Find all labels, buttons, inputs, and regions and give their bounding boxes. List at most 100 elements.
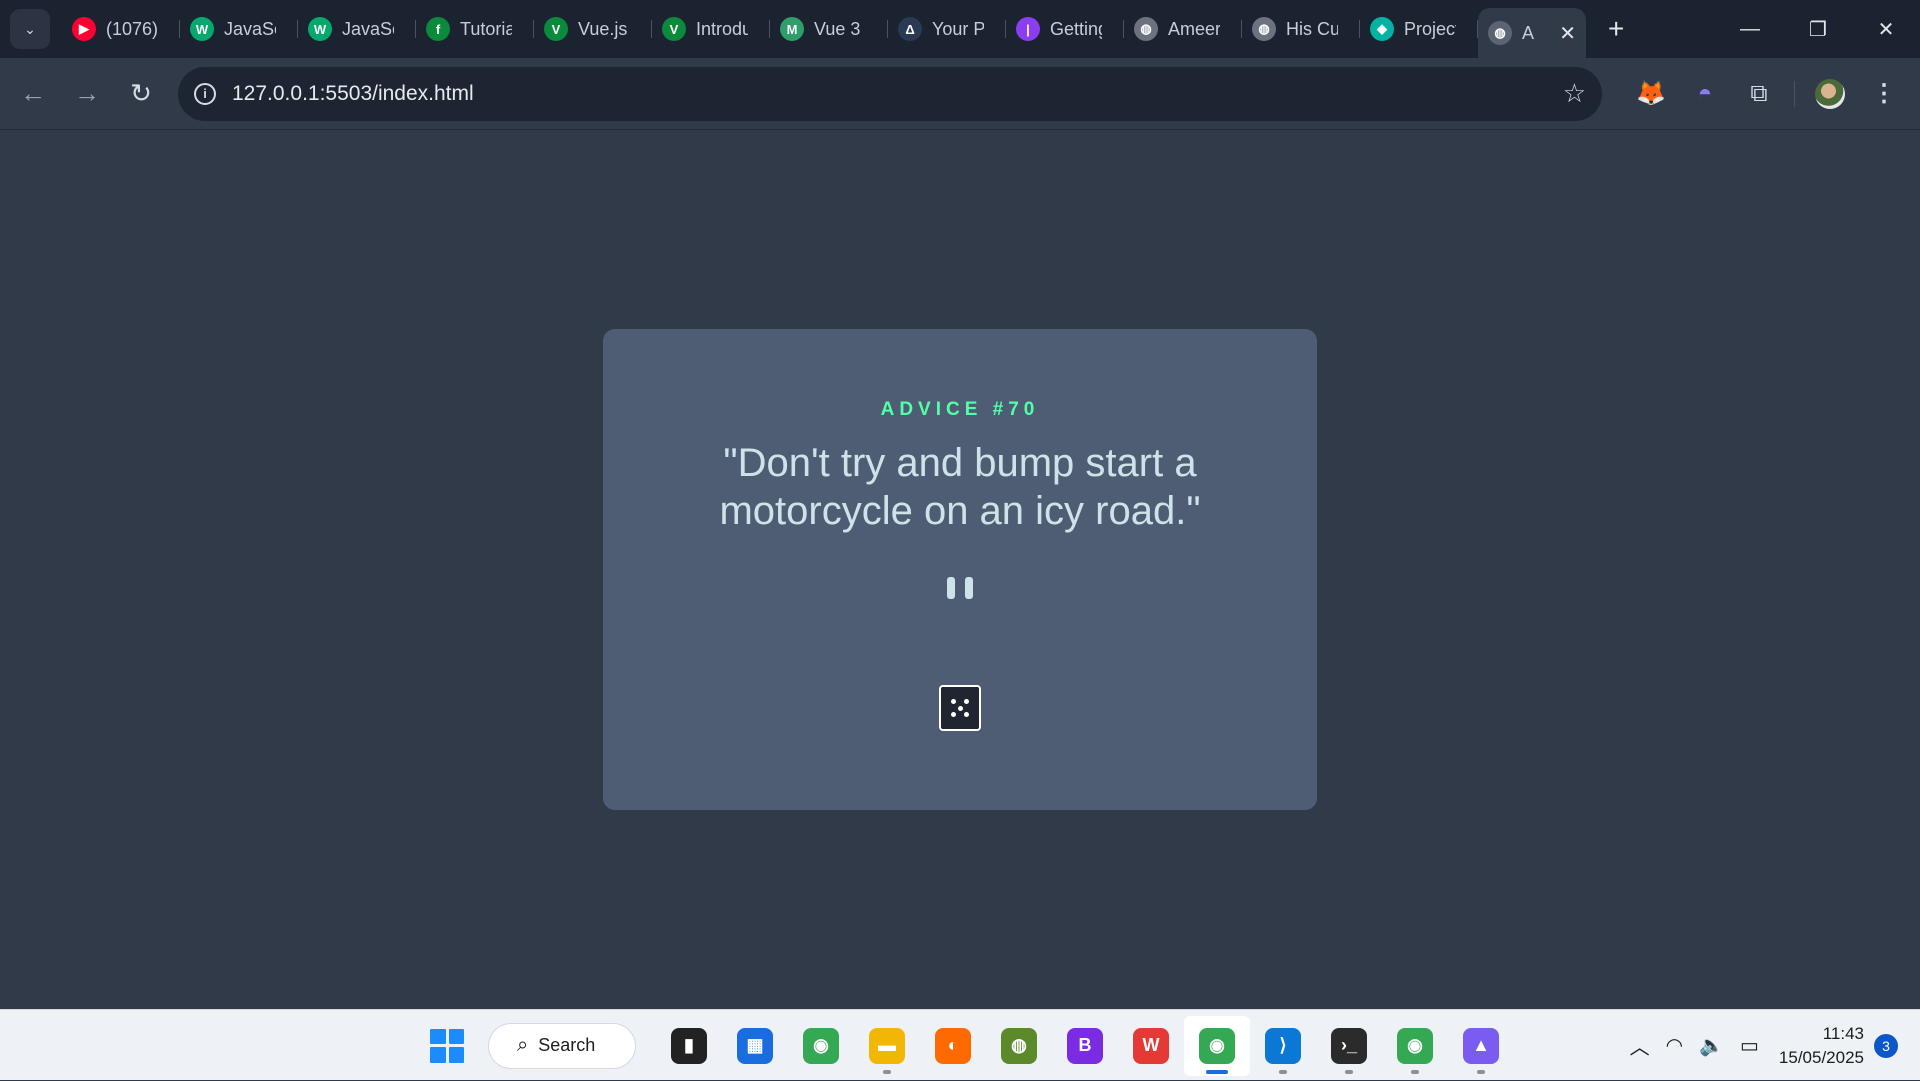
tab[interactable]: | Getting (1006, 9, 1124, 49)
close-window-button[interactable]: ✕ (1852, 0, 1920, 58)
reload-button[interactable]: ↻ (114, 67, 168, 121)
running-indicator (1345, 1069, 1353, 1074)
tab-search-button[interactable]: ⌄ (10, 9, 50, 49)
chrome-profile-icon: ◉ (1199, 1027, 1235, 1064)
tab-title: Getting (1050, 18, 1102, 39)
forward-button[interactable]: → (60, 67, 114, 121)
new-tab-button[interactable]: + (1608, 13, 1624, 45)
new-advice-button[interactable] (939, 685, 981, 731)
browser-menu-icon[interactable]: ⋮ (1857, 67, 1911, 121)
dev-app-taskbar-button[interactable]: ▲ (1448, 1016, 1514, 1076)
platform-icon: | (1016, 17, 1040, 41)
ghost-extension-icon[interactable]: ◓ (1678, 67, 1732, 121)
vscode-taskbar-button[interactable]: ⟩ (1250, 1016, 1316, 1076)
arrow-right-icon: → (74, 78, 100, 108)
wps-office-taskbar-button[interactable]: W (1118, 1016, 1184, 1076)
avatar (1815, 78, 1845, 109)
volume-icon[interactable]: 🔈 (1699, 1033, 1724, 1058)
firefox-icon: ◐ (935, 1027, 971, 1064)
taskbar: ⌕ Search ▮ ▦ ◉ ▬ ◐ ◍ B W ◉ ⟩ ›_ ◉ ▲ ︿ ◠ 🔈 ▭ 11:43 15… (0, 1009, 1920, 1080)
w3schools-icon: W (190, 17, 214, 41)
tab-title: JavaScript (342, 18, 394, 39)
toolbar-divider (1794, 80, 1795, 107)
bootstrap-studio-icon: B (1067, 1027, 1103, 1064)
chrome-profile-2-icon: ◉ (1397, 1027, 1433, 1064)
browser-toolbar: ← → ↻ i 127.0.0.1:5503/index.html ☆ 🦊 ◓ … (0, 58, 1920, 130)
extensions-puzzle-icon[interactable]: ⧉ (1732, 67, 1786, 121)
pause-divider-icon (947, 577, 973, 599)
tab[interactable]: M Vue 3 (770, 9, 888, 49)
vuemastery-icon: M (780, 17, 804, 41)
tab-title: Vue.js (578, 18, 628, 39)
tab-title: Ameer (1168, 18, 1220, 39)
chrome-profile-taskbar-button[interactable]: ◉ (1184, 1015, 1250, 1076)
tab[interactable]: ◆ Projects (1360, 9, 1478, 49)
tab-list: ▶(1076)WJavaScriptWJavaScriptfTutorialVV… (62, 0, 1478, 58)
terminal-icon: ›_ (1331, 1027, 1367, 1064)
tab[interactable]: ◍ His Culture (1242, 9, 1360, 49)
globe-icon: ◍ (1252, 17, 1276, 41)
running-indicator (1206, 1069, 1228, 1074)
netlify-icon: Δ (898, 17, 922, 41)
minimize-button[interactable]: ― (1716, 0, 1784, 58)
tab[interactable]: Δ Your Projects (888, 9, 1006, 49)
clock[interactable]: 11:43 15/05/2025 (1779, 1022, 1864, 1070)
taskbar-search-label: Search (538, 1035, 596, 1055)
microsoft-store-icon: ▦ (737, 1027, 773, 1064)
wifi-icon[interactable]: ◠ (1666, 1033, 1683, 1058)
chrome-profile-2-taskbar-button[interactable]: ◉ (1382, 1016, 1448, 1076)
chevron-down-icon: ⌄ (24, 20, 36, 37)
file-explorer-tasks-icon: ▮ (671, 1027, 707, 1064)
site-info-icon[interactable]: i (194, 82, 216, 105)
restore-button[interactable]: ❐ (1784, 0, 1852, 58)
youtube-icon: ▶ (72, 17, 96, 41)
tab[interactable]: V Introduction (652, 9, 770, 49)
taskbar-search[interactable]: ⌕ Search (488, 1022, 636, 1069)
metamask-extension-icon[interactable]: 🦊 (1624, 67, 1678, 121)
firefox-taskbar-button[interactable]: ◐ (920, 1016, 986, 1076)
chameleon-icon: ◍ (1001, 1027, 1037, 1064)
chameleon-taskbar-button[interactable]: ◍ (986, 1016, 1052, 1076)
file-explorer-taskbar-button[interactable]: ▬ (854, 1016, 920, 1076)
battery-icon[interactable]: ▭ (1740, 1033, 1759, 1058)
advice-quote: "Don't try and bump start a motorcycle o… (719, 441, 1201, 533)
advice-card: ADVICE #70 "Don't try and bump start a m… (603, 329, 1317, 810)
chrome-taskbar-button[interactable]: ◉ (788, 1016, 854, 1076)
windows-start-icon[interactable] (430, 1028, 464, 1063)
tab[interactable]: W JavaScript (180, 9, 298, 49)
globe-icon: ◍ (1488, 21, 1512, 45)
tab-active[interactable]: ◍ A ✕ (1478, 8, 1586, 58)
dev-app-icon: ▲ (1463, 1027, 1499, 1064)
tab-title: (1076) (106, 18, 158, 39)
tab-title: Projects (1404, 18, 1456, 39)
tab[interactable]: ◍ Ameer (1124, 9, 1242, 49)
vue-icon: V (544, 17, 568, 41)
tab[interactable]: ▶ (1076) (62, 9, 180, 49)
back-button[interactable]: ← (6, 67, 60, 121)
frontendmentor-icon: ◆ (1370, 17, 1394, 41)
tab-title: A (1522, 22, 1535, 43)
vue-icon: V (662, 17, 686, 41)
file-explorer-tasks-taskbar-button[interactable]: ▮ (656, 1016, 722, 1076)
microsoft-store-taskbar-button[interactable]: ▦ (722, 1016, 788, 1076)
chevron-up-icon[interactable]: ︿ (1630, 1031, 1650, 1060)
close-tab-icon[interactable]: ✕ (1559, 21, 1576, 46)
address-bar[interactable]: i 127.0.0.1:5503/index.html ☆ (178, 66, 1602, 121)
chrome-icon: ◉ (803, 1027, 839, 1064)
tab[interactable]: f Tutorial (416, 9, 534, 49)
notification-badge[interactable]: 3 (1874, 1033, 1898, 1058)
dice-icon (949, 697, 971, 719)
bootstrap-studio-taskbar-button[interactable]: B (1052, 1016, 1118, 1076)
tab[interactable]: W JavaScript (298, 9, 416, 49)
tab[interactable]: V Vue.js (534, 9, 652, 49)
bookmark-star-icon[interactable]: ☆ (1563, 78, 1586, 109)
tab-title: Vue 3 (814, 18, 861, 39)
terminal-taskbar-button[interactable]: ›_ (1316, 1016, 1382, 1076)
url-text[interactable]: 127.0.0.1:5503/index.html (232, 82, 474, 106)
globe-icon: ◍ (1134, 17, 1158, 41)
running-indicator (1477, 1069, 1485, 1074)
tab-title: Introduction (696, 18, 748, 39)
profile-avatar[interactable] (1803, 67, 1857, 121)
advice-id-label: ADVICE #70 (880, 399, 1040, 420)
vscode-icon: ⟩ (1265, 1027, 1301, 1064)
